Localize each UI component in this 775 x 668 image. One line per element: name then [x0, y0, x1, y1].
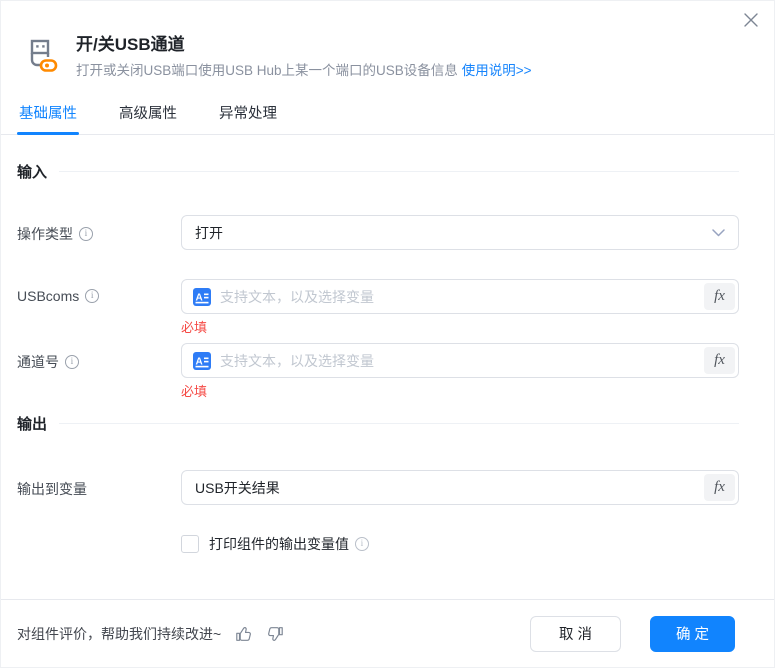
cancel-button[interactable]: 取 消	[530, 615, 621, 652]
close-icon[interactable]	[738, 7, 764, 33]
tab-bar: 基础属性 高级属性 异常处理	[1, 98, 774, 135]
field-row-operation-type: 操作类型 i 打开	[17, 215, 739, 250]
field-row-usbcoms: USBcoms i A fx 必填	[17, 279, 739, 335]
section-input-title: 输入	[17, 164, 48, 181]
field-row-channel: 通道号 i A fx 必填	[17, 343, 739, 399]
operation-type-label: 操作类型	[17, 226, 73, 242]
text-type-icon: A	[193, 287, 211, 306]
channel-input[interactable]	[182, 344, 738, 377]
usb-toggle-icon	[22, 37, 60, 80]
tab-basic-properties[interactable]: 基础属性	[17, 98, 79, 135]
print-output-row: 打印组件的输出变量值 i	[181, 534, 739, 554]
print-output-label: 打印组件的输出变量值	[209, 536, 349, 552]
section-divider	[59, 423, 739, 424]
section-divider	[59, 171, 739, 172]
operation-type-value: 打开	[195, 224, 223, 241]
section-output-title: 输出	[17, 416, 48, 433]
tab-exception-handling[interactable]: 异常处理	[217, 98, 279, 134]
dialog-title: 开/关USB通道	[76, 35, 185, 54]
fx-button[interactable]: fx	[704, 474, 735, 501]
info-icon[interactable]: i	[79, 227, 93, 241]
fx-button[interactable]: fx	[704, 347, 735, 374]
tab-advanced-properties[interactable]: 高级属性	[117, 98, 179, 134]
confirm-button[interactable]: 确 定	[650, 615, 735, 652]
dialog-description: 打开或关闭USB端口使用USB Hub上某一个端口的USB设备信息	[76, 63, 458, 78]
channel-label: 通道号	[17, 354, 59, 370]
usbcoms-required-tip: 必填	[181, 320, 208, 335]
channel-required-tip: 必填	[181, 384, 208, 399]
usage-help-link[interactable]: 使用说明>>	[462, 63, 532, 78]
usbcoms-label: USBcoms	[17, 288, 80, 304]
fx-button[interactable]: fx	[704, 283, 735, 310]
text-type-icon: A	[193, 351, 211, 370]
field-row-output-var: 输出到变量 fx	[17, 470, 739, 505]
info-icon[interactable]: i	[355, 537, 369, 551]
operation-type-select[interactable]: 打开	[181, 215, 739, 250]
section-output: 输出	[17, 413, 739, 434]
dialog-footer: 对组件评价，帮助我们持续改进~ 取 消 确 定	[1, 599, 774, 667]
thumbs-down-icon[interactable]	[266, 625, 284, 643]
section-input: 输入	[17, 161, 739, 182]
info-icon[interactable]: i	[65, 355, 79, 369]
output-var-label: 输出到变量	[17, 481, 87, 497]
thumbs-up-icon[interactable]	[235, 625, 253, 643]
chevron-down-icon	[712, 224, 725, 242]
usbcoms-input[interactable]	[182, 280, 738, 313]
output-var-input[interactable]	[182, 471, 738, 504]
feedback-text: 对组件评价，帮助我们持续改进~	[17, 625, 222, 642]
print-output-checkbox[interactable]	[181, 535, 199, 553]
dialog-header: 开/关USB通道 打开或关闭USB端口使用USB Hub上某一个端口的USB设备…	[1, 1, 774, 80]
usb-channel-dialog: 开/关USB通道 打开或关闭USB端口使用USB Hub上某一个端口的USB设备…	[0, 0, 775, 668]
info-icon[interactable]: i	[85, 289, 100, 303]
